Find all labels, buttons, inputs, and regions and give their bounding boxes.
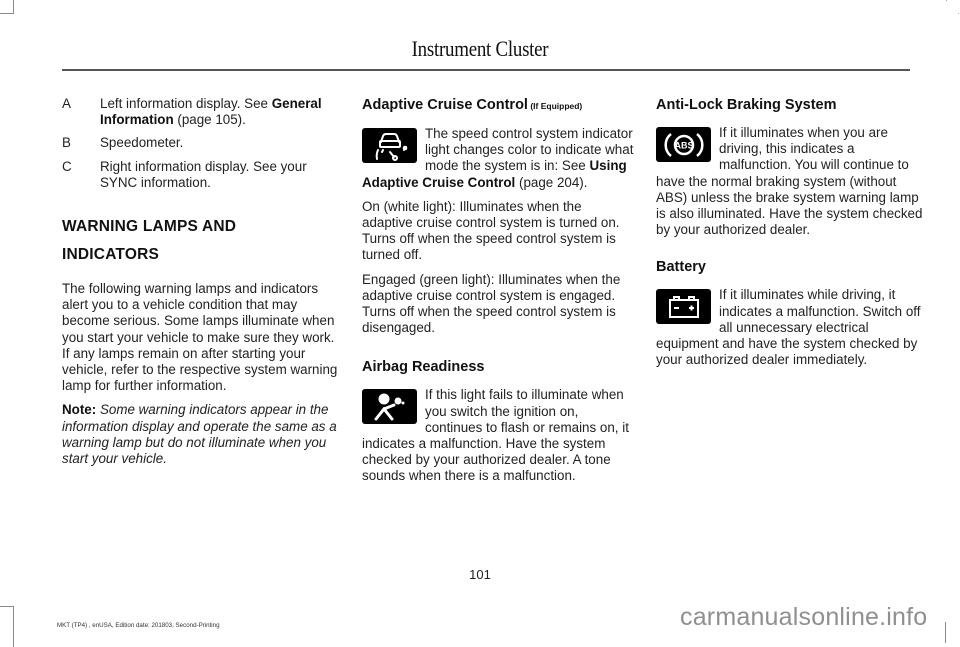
abs-block: ABS If it illuminates when you are drivi… <box>656 125 928 238</box>
crop-dot <box>958 13 959 14</box>
acc-block: The speed control system indicator light… <box>362 126 634 191</box>
edition-info: MKT (TP4) , enUSA, Edition date: 201803,… <box>57 622 220 629</box>
legend-text-main: Left information display. See <box>100 96 272 111</box>
abs-icon-label: ABS <box>674 140 693 150</box>
page-reference: (page 204). <box>515 174 588 190</box>
legend-key: C <box>62 158 72 174</box>
section-heading-line: WARNING LAMPS AND <box>62 218 237 236</box>
crop-mark-bottom-right <box>945 622 946 643</box>
acc-on-paragraph: On (white light): Illuminates when the a… <box>362 198 620 263</box>
crop-dot <box>946 0 947 1</box>
legend-item: C Right information display. See your SY… <box>62 159 342 191</box>
airbag-heading: Airbag Readiness <box>362 359 485 376</box>
watermark: carmanualsonline.info <box>680 603 928 631</box>
airbag-block: If this light fails to illuminate when y… <box>362 387 634 484</box>
page-reference: (page 105). <box>173 112 246 128</box>
abs-heading: Anti-Lock Braking System <box>656 97 837 113</box>
abs-icon: ABS <box>656 127 711 162</box>
header-divider <box>62 69 910 71</box>
acc-heading: Adaptive Cruise Control (If Equipped) <box>362 96 634 115</box>
intro-paragraph: The following warning lamps and indicato… <box>62 281 338 394</box>
adaptive-cruise-control-icon <box>362 128 417 163</box>
legend-key: B <box>62 135 71 151</box>
note-paragraph: Note: Some warning indicators appear in … <box>62 402 342 467</box>
acc-title-suffix: (If Equipped) <box>527 101 583 111</box>
column-left: A Left information display. See General … <box>62 96 342 475</box>
legend-text: Left information display. See General In… <box>100 96 342 128</box>
airbag-icon <box>362 389 417 425</box>
legend-list: A Left information display. See General … <box>62 96 342 191</box>
legend-key: A <box>62 96 71 111</box>
acc-title: Adaptive Cruise Control <box>362 97 528 113</box>
section-heading: WARNING LAMPS AND INDICATORS <box>62 215 342 267</box>
battery-icon <box>656 289 711 325</box>
legend-text: Speedometer. <box>100 135 184 151</box>
page-number: 101 <box>469 567 491 582</box>
legend-item: B Speedometer. <box>62 135 342 151</box>
battery-heading: Battery <box>656 259 706 276</box>
legend-text: Right information display. See your SYNC… <box>100 158 307 190</box>
crop-mark-bottom-left <box>0 606 14 647</box>
note-text: Some warning indicators appear in the in… <box>62 402 337 467</box>
acc-engaged-paragraph: Engaged (green light): Illuminates when … <box>362 271 621 336</box>
page-title: Instrument Cluster <box>411 36 549 61</box>
section-heading-line: INDICATORS <box>62 246 160 264</box>
column-middle: Adaptive Cruise Control (If Equipped) Th… <box>362 96 634 493</box>
crop-mark-top-left <box>0 0 14 14</box>
legend-item: A Left information display. See General … <box>62 96 342 128</box>
note-label: Note: <box>62 402 97 418</box>
battery-block: If it illuminates while driving, it indi… <box>656 287 928 368</box>
column-right: Anti-Lock Braking System ABS If it illum… <box>656 96 928 376</box>
